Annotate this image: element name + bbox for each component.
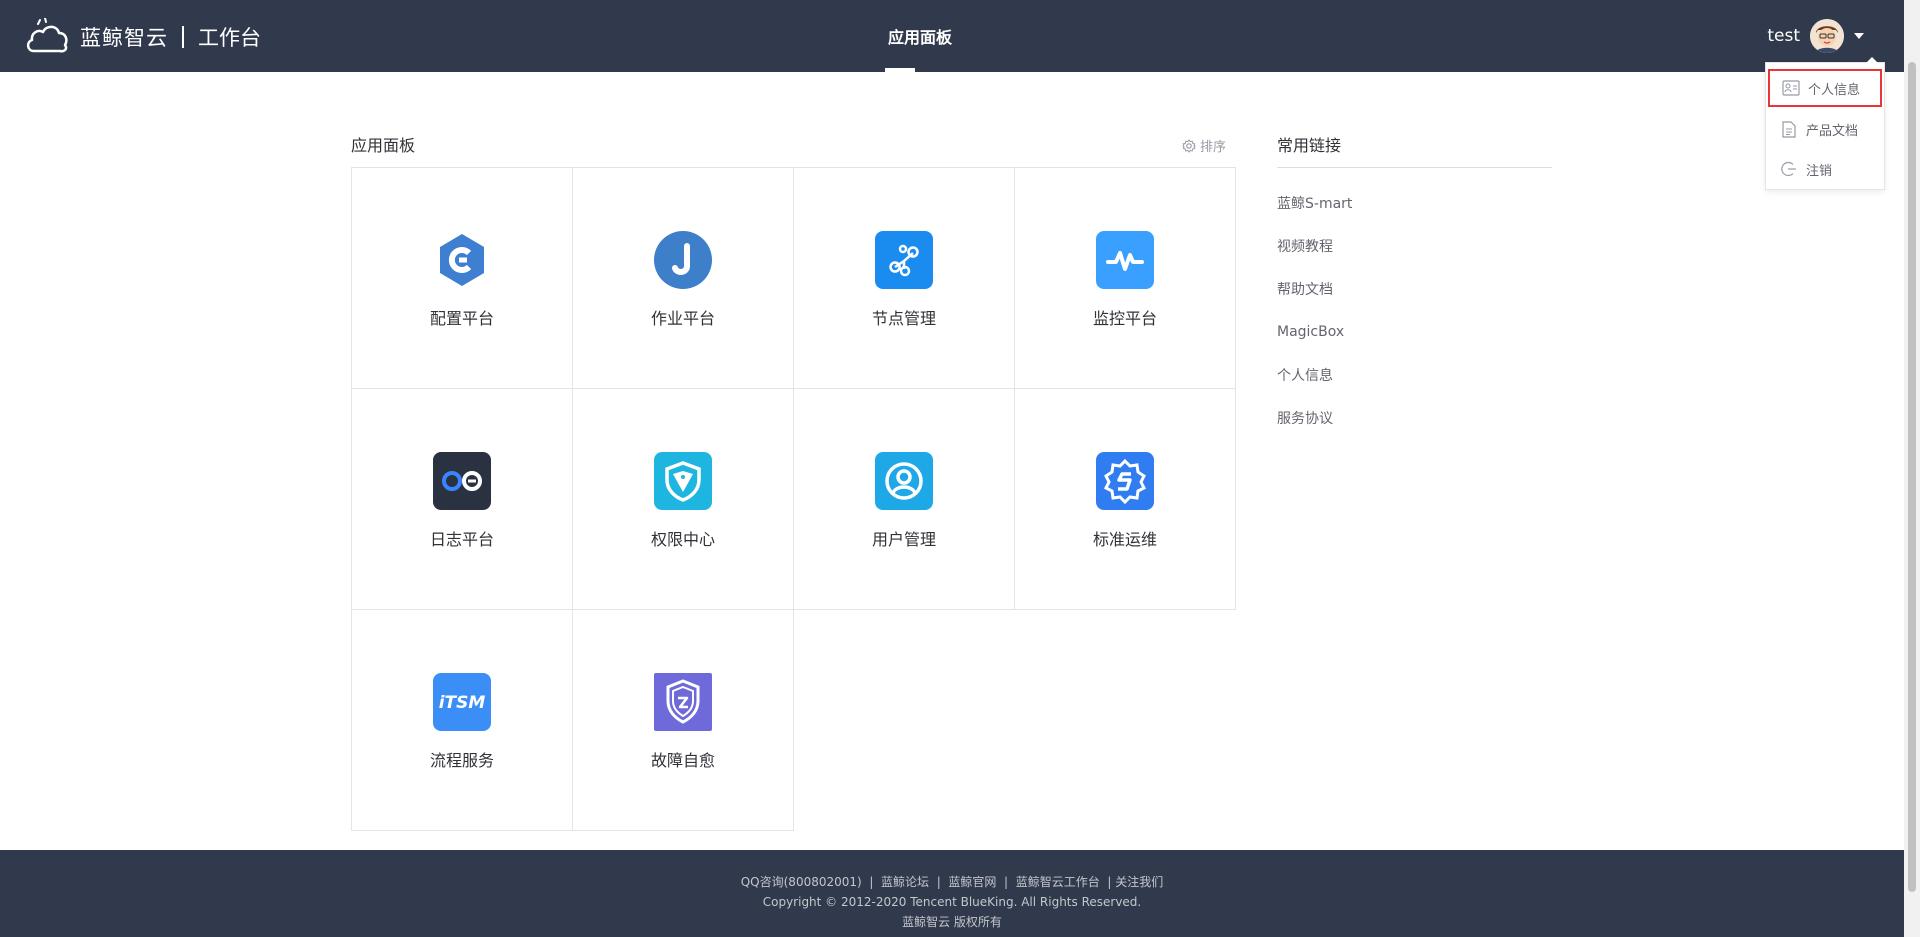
link-smart[interactable]: 蓝鲸S-mart — [1277, 181, 1352, 224]
footer-copyright: Copyright © 2012-2020 Tencent BlueKing. … — [762, 895, 1142, 909]
shield-icon — [654, 452, 712, 510]
sort-button[interactable]: 排序 — [1182, 136, 1226, 155]
links-title: 常用链接 — [1277, 136, 1342, 155]
footer-link-qq[interactable]: QQ咨询(800802001) — [741, 875, 862, 889]
logo-subtitle: 工作台 — [198, 26, 261, 50]
menu-item-label: 个人信息 — [1808, 82, 1861, 98]
document-icon — [1780, 120, 1798, 138]
node-icon — [875, 231, 933, 289]
app-card-itsm[interactable]: iTSM 流程服务 — [351, 609, 573, 831]
avatar-face-icon — [1810, 19, 1844, 53]
logo-divider — [182, 26, 184, 48]
menu-item-profile[interactable]: 个人信息 — [1768, 69, 1882, 107]
footer-links: QQ咨询(800802001) | 蓝鲸论坛 | 蓝鲸官网 | 蓝鲸智云工作台 … — [0, 872, 1904, 892]
scrollbar-thumb[interactable] — [1908, 62, 1916, 892]
user-icon — [875, 452, 933, 510]
app-name: 流程服务 — [429, 751, 494, 770]
svg-text:iTSM: iTSM — [439, 693, 486, 713]
footer-separator: | — [1000, 875, 1016, 889]
user-name: test — [1767, 26, 1800, 46]
footer-separator: | — [865, 875, 882, 889]
app-name: 标准运维 — [1092, 530, 1157, 549]
app-name: 日志平台 — [429, 530, 494, 549]
page-title: 应用面板 — [351, 136, 416, 155]
app-card-cmdb[interactable]: 配置平台 — [351, 167, 573, 389]
nav-active-indicator — [885, 68, 915, 72]
footer-separator: | — [932, 875, 949, 889]
app-card-iam[interactable]: 权限中心 — [572, 388, 794, 610]
page-scrollbar[interactable] — [1904, 0, 1920, 937]
app-card-job[interactable]: 作业平台 — [572, 167, 794, 389]
cmdb-icon — [433, 231, 491, 289]
app-card-fault-heal[interactable]: 故障自愈 — [572, 609, 794, 831]
user-menu-trigger[interactable]: test — [1767, 18, 1864, 54]
monitor-icon — [1096, 231, 1154, 289]
id-card-icon — [1782, 79, 1800, 97]
footer: QQ咨询(800802001) | 蓝鲸论坛 | 蓝鲸官网 | 蓝鲸智云工作台 … — [0, 850, 1904, 937]
log-icon — [433, 452, 491, 510]
gear-icon — [1182, 138, 1196, 153]
footer-link-follow[interactable]: 关注我们 — [1115, 875, 1163, 889]
sort-label: 排序 — [1200, 140, 1227, 155]
menu-item-logout[interactable]: 注销 — [1766, 149, 1884, 189]
top-header: 蓝鲸智云 工作台 应用面板 test — [0, 0, 1904, 72]
footer-link-forum[interactable]: 蓝鲸论坛 — [881, 875, 929, 889]
footer-link-workbench[interactable]: 蓝鲸智云工作台 — [1016, 875, 1100, 889]
footer-rights: 蓝鲸智云 版权所有 — [902, 915, 1002, 929]
app-name: 监控平台 — [1092, 309, 1157, 328]
job-icon — [654, 231, 712, 289]
app-name: 作业平台 — [650, 309, 715, 328]
itsm-icon: iTSM — [433, 673, 491, 731]
app-name: 故障自愈 — [650, 751, 715, 770]
app-name: 节点管理 — [871, 309, 936, 328]
link-service-agreement[interactable]: 服务协议 — [1277, 396, 1352, 439]
links-divider — [1277, 167, 1552, 168]
menu-item-docs[interactable]: 产品文档 — [1766, 109, 1884, 149]
app-card-usermgr[interactable]: 用户管理 — [793, 388, 1015, 610]
nav-app-panel[interactable]: 应用面板 — [860, 0, 980, 72]
logo[interactable]: 蓝鲸智云 工作台 — [24, 18, 261, 56]
links-list: 蓝鲸S-mart 视频教程 帮助文档 MagicBox 个人信息 服务协议 — [1277, 181, 1352, 439]
logo-text: 蓝鲸智云 — [80, 26, 168, 50]
menu-item-label: 产品文档 — [1806, 123, 1859, 139]
sops-icon — [1096, 452, 1154, 510]
app-card-log[interactable]: 日志平台 — [351, 388, 573, 610]
footer-separator: | — [1103, 875, 1112, 889]
logout-icon — [1780, 160, 1798, 178]
app-grid: 配置平台 作业平台 节点管理 监控平台 日志平台 权限中心 用户管理 标准运维 … — [351, 167, 1237, 831]
menu-item-label: 注销 — [1806, 163, 1833, 179]
app-name: 配置平台 — [429, 309, 494, 328]
nav-app-panel-label: 应用面板 — [887, 28, 952, 47]
link-help-docs[interactable]: 帮助文档 — [1277, 267, 1352, 310]
fault-heal-icon — [654, 673, 712, 731]
chevron-down-icon[interactable] — [1854, 33, 1864, 39]
app-card-sops[interactable]: 标准运维 — [1014, 388, 1236, 610]
user-dropdown-menu: 个人信息 产品文档 注销 — [1765, 57, 1885, 190]
avatar[interactable] — [1810, 19, 1844, 53]
app-name: 用户管理 — [871, 530, 936, 549]
link-magicbox[interactable]: MagicBox — [1277, 310, 1352, 353]
footer-link-official[interactable]: 蓝鲸官网 — [948, 875, 996, 889]
app-name: 权限中心 — [650, 530, 715, 549]
link-profile[interactable]: 个人信息 — [1277, 353, 1352, 396]
app-card-node[interactable]: 节点管理 — [793, 167, 1015, 389]
cloud-logo-icon — [26, 18, 68, 53]
app-card-monitor[interactable]: 监控平台 — [1014, 167, 1236, 389]
link-video-tutorial[interactable]: 视频教程 — [1277, 224, 1352, 267]
